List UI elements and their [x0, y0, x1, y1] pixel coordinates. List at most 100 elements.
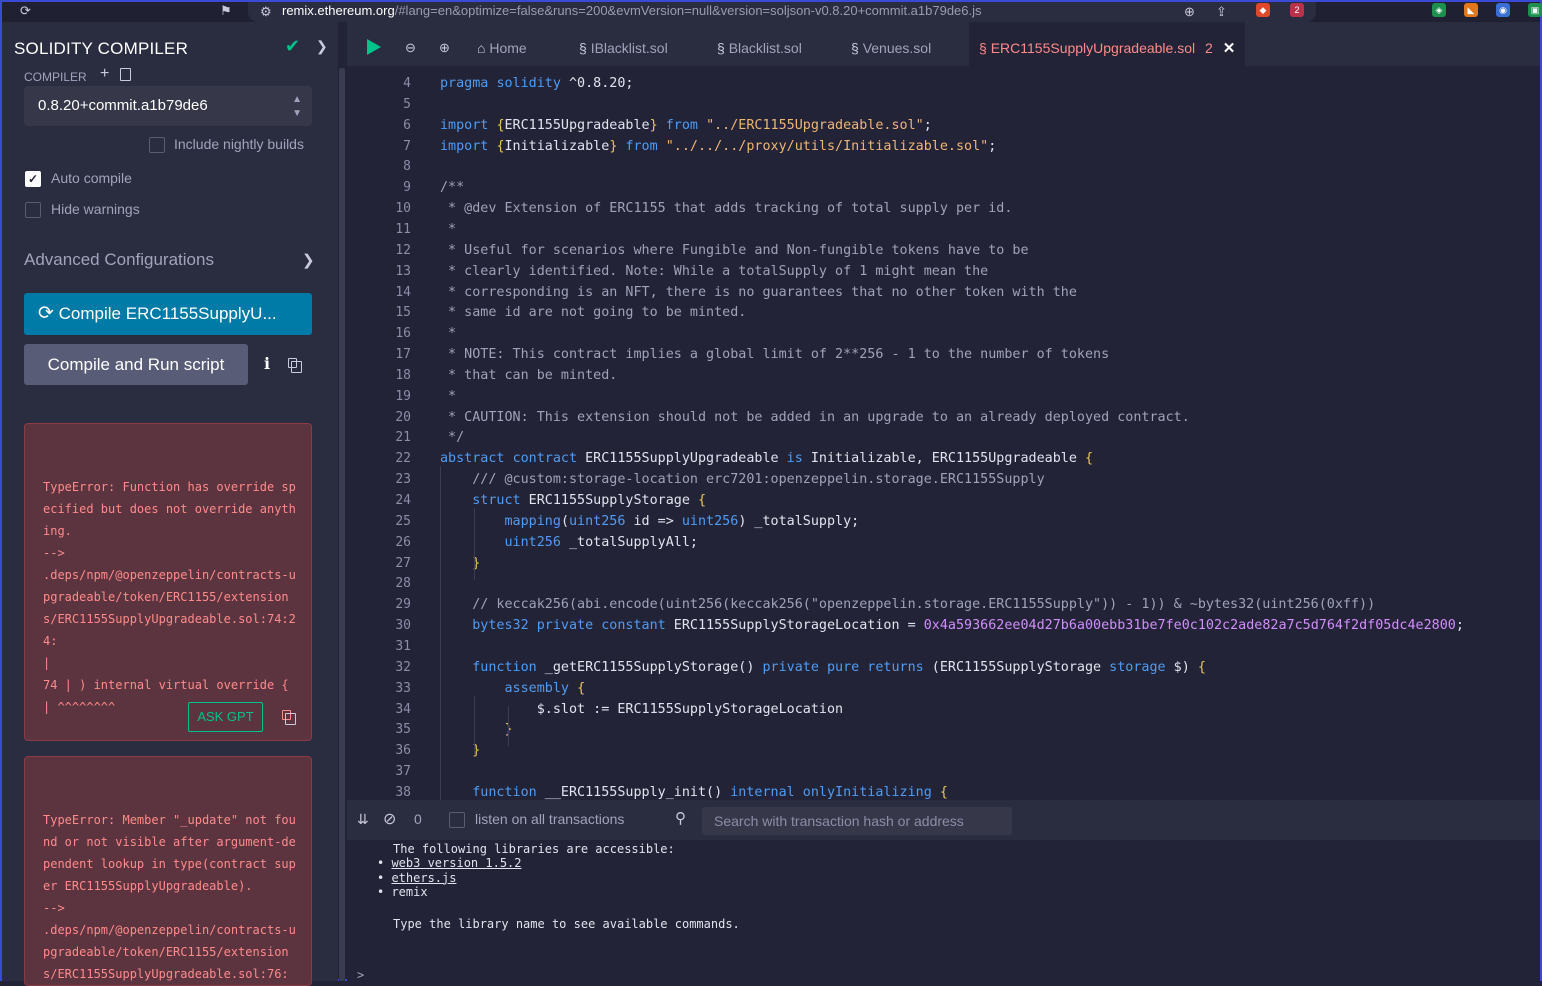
extension-icon[interactable]: ◉ — [1496, 3, 1510, 17]
search-placeholder: Search with transaction hash or address — [714, 813, 964, 829]
line-number: 13 — [395, 263, 411, 279]
url-host: remix.ethereum.org — [282, 3, 395, 18]
compiler-label: COMPILER — [24, 70, 87, 84]
solidity-compiler-panel: SOLIDITY COMPILER ✔ ❯ COMPILER + 0.8.20+… — [2, 22, 338, 986]
code-line: abstract contract ERC1155SupplyUpgradeab… — [440, 451, 1094, 467]
tab-home[interactable]: ⌂ Home — [477, 22, 527, 66]
share-icon[interactable]: ⇪ — [1216, 3, 1227, 21]
collapse-terminal-icon[interactable]: ⇊ — [357, 811, 369, 828]
line-number: 32 — [395, 659, 411, 675]
code-editor[interactable]: 4 5 6 7 8 9 10 11 12 13 14 15 16 17 18 19 20 21 22 23 24 25 26… — [347, 66, 1540, 800]
code-line: * clearly identified. Note: While a tota… — [440, 263, 989, 279]
code-line: import {ERC1155Upgradeable} from "../ERC… — [440, 117, 932, 133]
code-line: bytes32 private constant ERC1155SupplySt… — [472, 618, 1464, 634]
transaction-search-input[interactable]: Search with transaction hash or address — [702, 807, 1012, 835]
auto-compile-checkbox[interactable]: ✓ — [25, 171, 41, 187]
line-number: 19 — [395, 388, 411, 404]
code-line: function _getERC1155SupplyStorage() priv… — [472, 659, 1206, 675]
terminal-hint: Type the library name to see available c… — [393, 917, 740, 931]
list-item[interactable]: • web3 version 1.5.2 — [377, 856, 522, 871]
code-line: * that can be minted. — [440, 367, 618, 383]
line-number: 27 — [395, 555, 411, 571]
tab-erc1155supplyupgradeable[interactable]: § ERC1155SupplyUpgradeable.sol 2 ✕ — [969, 22, 1246, 66]
tab-label: Blacklist.sol — [728, 40, 802, 56]
zoom-in-icon[interactable]: ⊕ — [439, 40, 450, 56]
compile-button[interactable]: ⟳ Compile ERC1155SupplyU... — [24, 293, 312, 335]
code-line: function __ERC1155Supply_init() internal… — [472, 784, 948, 800]
advanced-configurations-toggle[interactable]: Advanced Configurations — [24, 250, 214, 270]
zoom-icon[interactable]: ⊕ — [1184, 3, 1195, 21]
include-nightly-checkbox[interactable] — [149, 137, 165, 153]
solidity-file-icon: § — [851, 40, 859, 56]
indent-guide — [474, 696, 475, 754]
code-line: mapping(uint256 id => uint256) _totalSup… — [504, 513, 860, 529]
code-line: assembly { — [504, 680, 586, 696]
line-number: 31 — [395, 638, 411, 654]
reload-icon[interactable]: ⟳ — [20, 3, 31, 19]
error-count-badge: 2 — [1205, 40, 1213, 56]
line-number: 25 — [395, 513, 411, 529]
line-number: 17 — [395, 347, 411, 363]
compiler-version-value: 0.8.20+commit.a1b79de6 — [38, 97, 208, 114]
listen-transactions-checkbox[interactable] — [449, 812, 465, 828]
metamask-icon[interactable]: ◣ — [1464, 3, 1478, 17]
zoom-out-icon[interactable]: ⊖ — [405, 40, 416, 56]
list-item: • remix — [377, 885, 428, 899]
address-bar[interactable]: ⚙ remix.ethereum.org/#lang=en&optimize=f… — [248, 2, 1316, 22]
indent-guide — [474, 508, 475, 580]
copy-icon[interactable] — [288, 358, 302, 373]
copy-error-icon[interactable] — [282, 710, 296, 725]
panel-scrollbar[interactable] — [339, 68, 345, 981]
compile-error-card: TypeError: Member "_update" not found or… — [24, 756, 312, 986]
list-item[interactable]: • ethers.js — [377, 871, 522, 886]
code-line: /** — [440, 180, 465, 196]
line-number: 10 — [395, 201, 411, 217]
line-number: 29 — [395, 597, 411, 613]
code-line: struct ERC1155SupplyStorage { — [472, 493, 707, 508]
line-number: 26 — [395, 534, 411, 550]
editor-tabs: ⊖ ⊕ ⌂ Home § IBlacklist.sol § Blacklist.… — [347, 22, 1540, 66]
chevron-right-icon[interactable]: ❯ — [302, 251, 315, 269]
info-icon[interactable]: i — [264, 354, 270, 373]
code-line: * corresponding is an NFT, there is no g… — [440, 284, 1077, 300]
line-number: 16 — [395, 326, 411, 342]
line-number: 9 — [403, 180, 411, 196]
line-number: 22 — [395, 451, 411, 467]
terminal-prompt[interactable]: > — [357, 968, 364, 982]
line-number: 5 — [403, 96, 411, 112]
extension-badge-icon[interactable]: ▣ — [1528, 3, 1542, 17]
code-line: /// @custom:storage-location erc7201:ope… — [440, 472, 1045, 488]
bookmark-icon[interactable]: ⚑ — [220, 3, 232, 19]
close-tab-icon[interactable]: ✕ — [1223, 40, 1236, 57]
line-number: 6 — [403, 117, 411, 133]
code-line: */ — [440, 430, 465, 446]
listen-transactions-label: listen on all transactions — [475, 811, 625, 827]
library-link[interactable]: ethers.js — [391, 871, 456, 885]
chevron-right-icon[interactable]: ❯ — [316, 38, 328, 55]
library-link[interactable]: web3 version 1.5.2 — [391, 856, 521, 870]
compiler-version-select[interactable]: 0.8.20+commit.a1b79de6 ▲ ▼ — [24, 86, 312, 126]
line-number: 36 — [395, 743, 411, 759]
tab-blacklist[interactable]: § Blacklist.sol — [717, 22, 802, 66]
clear-console-icon[interactable]: ⊘ — [383, 809, 396, 829]
brave-rewards-icon[interactable]: 2 — [1290, 3, 1304, 17]
add-compiler-icon[interactable]: + — [100, 65, 109, 83]
hide-warnings-label: Hide warnings — [51, 201, 140, 217]
scrollbar-thumb[interactable] — [339, 68, 345, 981]
tab-iblacklist[interactable]: § IBlacklist.sol — [579, 22, 668, 66]
compile-and-run-button[interactable]: Compile and Run script — [24, 344, 248, 385]
hide-warnings-checkbox[interactable] — [25, 202, 41, 218]
code-line: * CAUTION: This extension should not be … — [440, 409, 1190, 425]
vpn-extension-icon[interactable]: ◈ — [1432, 3, 1446, 17]
site-info-icon[interactable]: ⚙ — [260, 3, 272, 21]
tab-venues[interactable]: § Venues.sol — [851, 22, 931, 66]
pending-tx-count: 0 — [414, 811, 422, 827]
ask-gpt-button[interactable]: ASK GPT — [188, 702, 263, 732]
brave-shield-icon[interactable]: ◆ — [1256, 3, 1270, 17]
line-number: 35 — [395, 722, 411, 738]
run-icon[interactable] — [367, 39, 381, 55]
file-icon[interactable] — [120, 68, 131, 81]
library-list: • web3 version 1.5.2 • ethers.js • remix — [377, 856, 522, 900]
line-number: 37 — [395, 764, 411, 780]
line-number: 15 — [395, 305, 411, 321]
